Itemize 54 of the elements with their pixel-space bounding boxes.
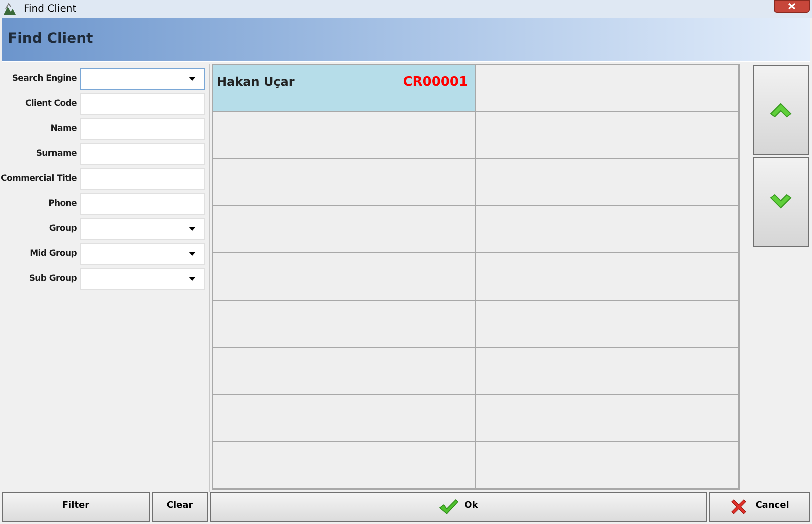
field-label: Phone bbox=[48, 198, 78, 210]
result-cell[interactable] bbox=[213, 112, 476, 160]
input-field[interactable] bbox=[80, 118, 205, 140]
field-label: Client Code bbox=[24, 98, 78, 110]
caret-icon bbox=[189, 252, 196, 256]
result-cell[interactable] bbox=[476, 348, 739, 395]
field-label: Group bbox=[48, 222, 78, 236]
field-label: Sub Group bbox=[28, 272, 78, 286]
result-cell[interactable] bbox=[476, 65, 739, 112]
result-cell[interactable] bbox=[476, 394, 739, 442]
result-cell[interactable] bbox=[476, 300, 739, 348]
client-code: CR00001 bbox=[403, 74, 469, 92]
window-title: Find Client bbox=[24, 2, 77, 16]
caret-icon bbox=[189, 227, 196, 231]
header-title: Find Client bbox=[8, 30, 94, 49]
result-cell[interactable] bbox=[213, 159, 476, 206]
field-label: Search Engine bbox=[11, 72, 78, 86]
result-cell[interactable] bbox=[213, 300, 476, 348]
field-label: Surname bbox=[35, 148, 78, 160]
app-icon bbox=[4, 3, 16, 15]
cross-icon bbox=[730, 498, 748, 516]
clear-button[interactable]: Clear bbox=[152, 492, 208, 522]
caret-icon bbox=[189, 77, 196, 81]
field-label: Commercial Title bbox=[0, 172, 78, 186]
result-cell[interactable] bbox=[213, 206, 476, 254]
checkmark-icon bbox=[438, 499, 459, 515]
result-cell[interactable] bbox=[476, 253, 739, 301]
ok-button[interactable]: Ok bbox=[210, 492, 707, 522]
close-icon bbox=[788, 3, 796, 10]
field-label: Name bbox=[50, 122, 78, 136]
result-cell[interactable] bbox=[213, 253, 476, 301]
result-cell[interactable]: Hakan Uçar CR00001 bbox=[213, 65, 476, 112]
result-cell[interactable] bbox=[213, 442, 476, 489]
result-cell[interactable] bbox=[476, 442, 739, 489]
result-cell[interactable] bbox=[213, 394, 476, 442]
chevron-down-icon bbox=[769, 193, 793, 211]
input-field[interactable] bbox=[80, 93, 205, 115]
result-cell[interactable] bbox=[476, 206, 739, 254]
close-button[interactable] bbox=[774, 0, 810, 13]
client-name: Hakan Uçar bbox=[217, 74, 295, 91]
result-cell[interactable] bbox=[476, 159, 739, 206]
result-cell[interactable] bbox=[213, 348, 476, 395]
chevron-up-icon bbox=[769, 101, 793, 119]
input-field[interactable] bbox=[80, 193, 205, 215]
input-field[interactable] bbox=[80, 168, 205, 190]
caret-icon bbox=[189, 277, 196, 281]
scroll-up-button[interactable] bbox=[753, 65, 809, 155]
dropdown-field[interactable] bbox=[80, 68, 205, 90]
scroll-down-button[interactable] bbox=[753, 157, 809, 247]
input-field[interactable] bbox=[80, 143, 205, 165]
result-cell[interactable] bbox=[476, 112, 739, 160]
filter-button[interactable]: Filter bbox=[2, 492, 150, 522]
cancel-button[interactable]: Cancel bbox=[709, 492, 810, 522]
field-label: Mid Group bbox=[29, 248, 78, 260]
